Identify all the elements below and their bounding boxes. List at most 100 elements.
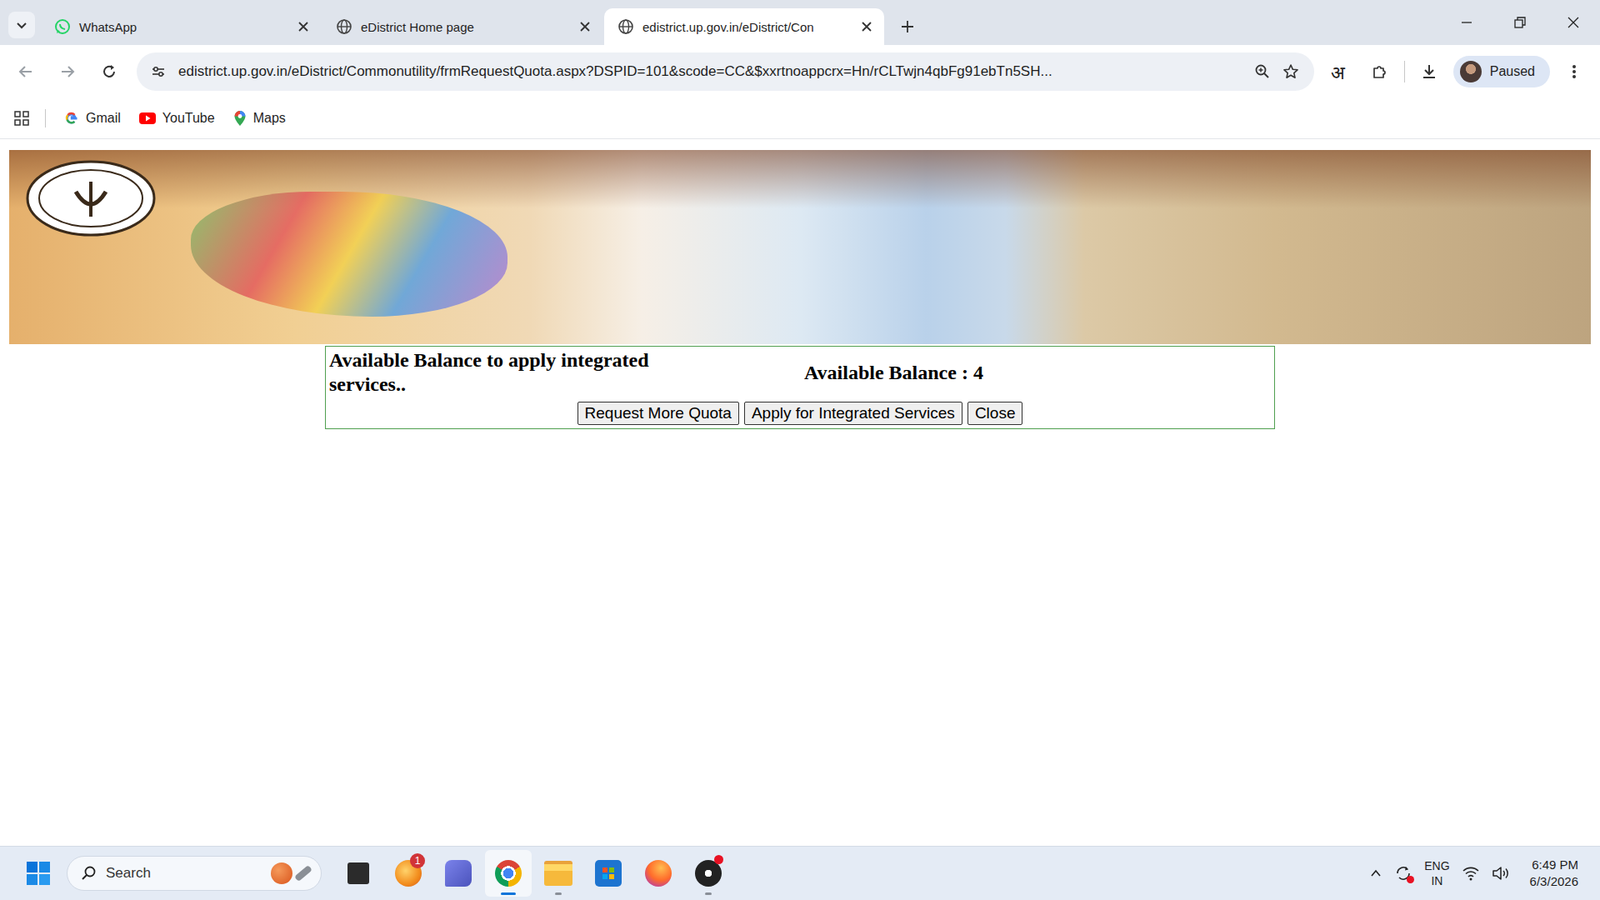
avatar-icon	[1460, 60, 1482, 83]
star-icon[interactable]	[1282, 63, 1300, 80]
taskbar-app[interactable]	[535, 850, 582, 897]
close-icon[interactable]	[859, 19, 875, 35]
restore-icon	[1513, 15, 1527, 30]
language-indicator[interactable]: ENGIN	[1424, 858, 1450, 889]
bookmark-item[interactable]: Maps	[233, 110, 286, 127]
system-tray: ENGIN 6:49 PM6/3/2026	[1369, 856, 1579, 890]
bookmark-item[interactable]: YouTube	[139, 110, 215, 126]
tab-label: edistrict.up.gov.in/eDistrict/Con	[642, 20, 851, 35]
taskbar-app[interactable]	[335, 850, 382, 897]
toolbar-divider	[1404, 60, 1405, 83]
taskbar-app[interactable]	[585, 850, 632, 897]
start-button[interactable]	[21, 855, 55, 892]
minimize-icon	[1460, 15, 1474, 30]
quota-label: Available Balance to apply integrated se…	[329, 348, 721, 397]
pencil-icon	[294, 865, 313, 882]
tab-strip: WhatsApp eDistrict Home page edistrict.up.…	[0, 0, 1600, 45]
zoom-icon[interactable]	[1254, 63, 1271, 80]
back-button[interactable]	[8, 54, 44, 90]
reload-button[interactable]	[91, 54, 127, 90]
app-icon	[544, 860, 573, 886]
chevron-up-icon[interactable]	[1369, 866, 1383, 880]
close-icon[interactable]	[295, 19, 311, 35]
bookmark-item[interactable]: Gmail	[64, 110, 121, 126]
taskbar-app[interactable]	[635, 850, 682, 897]
ball-icon	[270, 862, 293, 885]
taskbar-app[interactable]	[485, 850, 532, 897]
globe-icon	[617, 18, 635, 35]
browser-tab[interactable]: WhatsApp	[40, 8, 321, 45]
extensions-button[interactable]	[1362, 54, 1398, 90]
clock[interactable]: 6:49 PM6/3/2026	[1530, 856, 1579, 890]
running-indicator	[555, 892, 562, 895]
map-pin-icon	[233, 110, 247, 127]
close-icon[interactable]	[577, 19, 593, 35]
restore-button[interactable]	[1493, 0, 1547, 45]
bookmarks-bar: Gmail YouTube Maps	[0, 97, 1600, 140]
downloads-button[interactable]	[1411, 54, 1447, 90]
available-balance: Available Balance : 4	[720, 360, 984, 385]
taskbar: Search 1 ENGIN 6:49 PM6/3/2026	[0, 845, 1600, 900]
search-icon	[80, 865, 98, 882]
sync-button[interactable]	[1394, 864, 1413, 883]
download-icon	[1420, 62, 1439, 81]
address-bar[interactable]: edistrict.up.gov.in/eDistrict/Commonutil…	[136, 52, 1315, 91]
notification-badge: 1	[410, 853, 425, 869]
plus-icon	[900, 19, 915, 35]
language-text: ENG	[1424, 858, 1450, 874]
arrow-right-icon	[59, 63, 76, 80]
store-grid-icon	[602, 867, 615, 880]
tab-label: WhatsApp	[79, 20, 288, 35]
minimize-button[interactable]	[1440, 0, 1494, 45]
emblem-icon	[24, 158, 158, 239]
window-controls	[1440, 0, 1600, 45]
clock-time: 6:49 PM	[1531, 856, 1579, 874]
apps-grid-icon[interactable]	[13, 110, 30, 127]
taskbar-app[interactable]	[685, 850, 732, 897]
alert-dot	[1406, 875, 1415, 884]
close-icon	[1566, 15, 1580, 30]
wifi-icon[interactable]	[1461, 865, 1480, 882]
forward-button[interactable]	[50, 54, 85, 90]
region-text: IN	[1430, 873, 1443, 889]
form-button[interactable]: Apply for Integrated Services	[744, 401, 963, 425]
bookmarks-divider	[45, 109, 46, 128]
screen: WhatsApp eDistrict Home page edistrict.up.…	[0, 0, 1600, 900]
running-indicator	[705, 892, 712, 895]
profile-status: Paused	[1490, 64, 1535, 80]
form-button[interactable]: Request More Quota	[577, 401, 740, 425]
whatsapp-icon	[54, 18, 71, 35]
windows-logo-icon	[25, 860, 51, 886]
browser-tab[interactable]: edistrict.up.gov.in/eDistrict/Con	[604, 8, 885, 45]
clock-date: 6/3/2026	[1530, 873, 1579, 890]
volume-icon[interactable]	[1491, 865, 1510, 882]
profile-button[interactable]: Paused	[1453, 55, 1550, 88]
translate-button[interactable]: अ	[1320, 54, 1356, 90]
chevron-down-icon	[15, 18, 29, 32]
tab-list: WhatsApp eDistrict Home page edistrict.up.…	[35, 8, 1440, 45]
tab-search-button[interactable]	[8, 11, 35, 39]
bookmark-label: Maps	[253, 110, 286, 126]
form-button[interactable]: Close	[967, 401, 1024, 425]
web-page: Available Balance to apply integrated se…	[0, 139, 1600, 846]
taskbar-apps: Search 1	[21, 850, 734, 897]
state-map	[190, 191, 508, 317]
puzzle-icon	[1370, 62, 1390, 81]
site-settings-icon[interactable]	[150, 63, 167, 80]
quota-button-row: Request More QuotaApply for Integrated S…	[329, 401, 1271, 425]
menu-button[interactable]	[1556, 54, 1592, 90]
taskbar-app[interactable]: 1	[385, 850, 432, 897]
toolbar: edistrict.up.gov.in/eDistrict/Commonutil…	[0, 45, 1600, 98]
taskbar-app[interactable]	[435, 850, 482, 897]
new-tab-button[interactable]	[892, 11, 923, 42]
reload-icon	[100, 63, 118, 80]
google-icon	[64, 110, 80, 126]
close-window-button[interactable]	[1546, 0, 1600, 45]
browser-tab[interactable]: eDistrict Home page	[322, 8, 603, 45]
alert-dot	[714, 855, 724, 865]
taskbar-search[interactable]: Search	[66, 855, 322, 891]
app-icon	[495, 860, 522, 887]
globe-icon	[335, 18, 353, 35]
youtube-icon	[139, 111, 156, 125]
search-placeholder: Search	[105, 865, 263, 882]
